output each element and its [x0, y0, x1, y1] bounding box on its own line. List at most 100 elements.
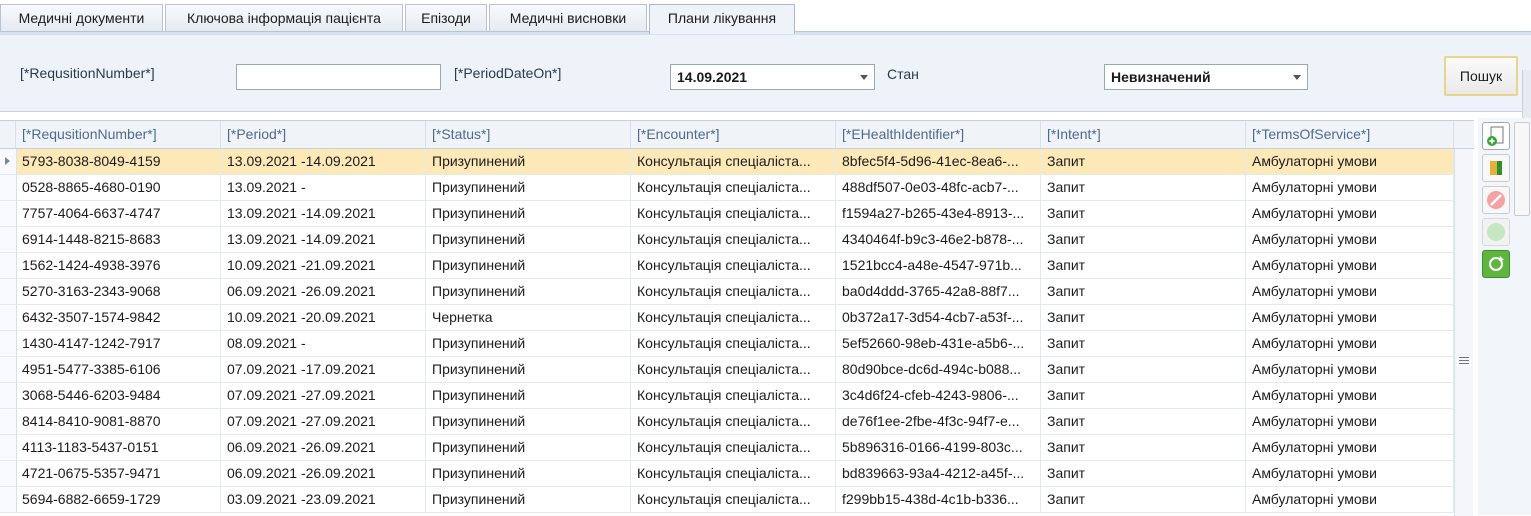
cell-period[interactable]: 06.09.2021 -26.09.2021 — [221, 435, 426, 460]
table-row[interactable]: 3068-5446-6203-9484 07.09.2021 -27.09.202… — [0, 383, 1454, 409]
cell-ehealth-identifier[interactable]: 8bfec5f4-5d96-41ec-8ea6-... — [836, 149, 1041, 174]
cell-encounter[interactable]: Консультація спеціаліста... — [631, 253, 836, 278]
row-indicator[interactable] — [0, 201, 17, 226]
cell-terms-of-service[interactable]: Амбулаторні умови — [1246, 357, 1454, 382]
refresh-icon[interactable] — [1482, 250, 1510, 278]
period-date-picker[interactable]: 14.09.2021 — [670, 64, 875, 90]
cell-period[interactable]: 13.09.2021 - — [221, 175, 426, 200]
complete-icon[interactable] — [1482, 218, 1510, 246]
cell-status[interactable]: Призупинений — [426, 253, 631, 278]
header-encounter[interactable]: [*Encounter*] — [631, 121, 836, 148]
cell-encounter[interactable]: Консультація спеціаліста... — [631, 409, 836, 434]
row-indicator[interactable] — [0, 253, 17, 278]
cell-status[interactable]: Призупинений — [426, 201, 631, 226]
cell-period[interactable]: 13.09.2021 -14.09.2021 — [221, 149, 426, 174]
scroll-grip[interactable] — [1459, 357, 1469, 358]
cell-intent[interactable]: Запит — [1041, 435, 1246, 460]
cell-requisition-number[interactable]: 3068-5446-6203-9484 — [16, 383, 221, 408]
cell-status[interactable]: Призупинений — [426, 149, 631, 174]
table-row[interactable]: 8414-8410-9081-8870 07.09.2021 -27.09.202… — [0, 409, 1454, 435]
cell-period[interactable]: 07.09.2021 -27.09.2021 — [221, 383, 426, 408]
cell-encounter[interactable]: Консультація спеціаліста... — [631, 357, 836, 382]
tab-treatment-plans[interactable]: Плани лікування — [649, 4, 795, 34]
cell-intent[interactable]: Запит — [1041, 201, 1246, 226]
cancel-icon[interactable] — [1482, 186, 1510, 214]
tab-medical-documents[interactable]: Медичні документи — [0, 4, 163, 31]
row-indicator[interactable] — [0, 227, 17, 252]
row-indicator[interactable] — [0, 305, 17, 330]
cell-terms-of-service[interactable]: Амбулаторні умови — [1246, 279, 1454, 304]
cell-period[interactable]: 06.09.2021 -26.09.2021 — [221, 461, 426, 486]
table-row[interactable]: 4721-0675-5357-9471 06.09.2021 -26.09.202… — [0, 461, 1454, 487]
search-button[interactable]: Пошук — [1444, 56, 1518, 96]
cell-intent[interactable]: Запит — [1041, 357, 1246, 382]
cell-requisition-number[interactable]: 1430-4147-1242-7917 — [16, 331, 221, 356]
chevron-down-icon[interactable] — [1293, 75, 1301, 80]
cell-period[interactable]: 07.09.2021 -17.09.2021 — [221, 357, 426, 382]
cell-ehealth-identifier[interactable]: 5ef52660-98eb-431e-a5b6-... — [836, 331, 1041, 356]
cell-terms-of-service[interactable]: Амбулаторні умови — [1246, 435, 1454, 460]
cell-requisition-number[interactable]: 5270-3163-2343-9068 — [16, 279, 221, 304]
cell-ehealth-identifier[interactable]: f1594a27-b265-43e4-8913-... — [836, 201, 1041, 226]
cell-status[interactable]: Призупинений — [426, 435, 631, 460]
cell-ehealth-identifier[interactable]: f299bb15-438d-4c1b-b336... — [836, 487, 1041, 512]
cell-status[interactable]: Чернетка — [426, 305, 631, 330]
cell-period[interactable]: 07.09.2021 -27.09.2021 — [221, 409, 426, 434]
row-indicator[interactable] — [0, 435, 17, 460]
cell-intent[interactable]: Запит — [1041, 149, 1246, 174]
table-row[interactable]: 0528-8865-4680-0190 13.09.2021 - Призупине… — [0, 175, 1454, 201]
cell-period[interactable]: 13.09.2021 -14.09.2021 — [221, 227, 426, 252]
cell-ehealth-identifier[interactable]: 80d90bce-dc6d-494c-b088... — [836, 357, 1041, 382]
cell-encounter[interactable]: Консультація спеціаліста... — [631, 149, 836, 174]
cell-ehealth-identifier[interactable]: 488df507-0e03-48fc-acb7-... — [836, 175, 1041, 200]
cell-intent[interactable]: Запит — [1041, 331, 1246, 356]
cell-status[interactable]: Призупинений — [426, 383, 631, 408]
row-indicator[interactable] — [0, 487, 17, 512]
cell-ehealth-identifier[interactable]: 4340464f-b9c3-46e2-b878-... — [836, 227, 1041, 252]
cell-requisition-number[interactable]: 0528-8865-4680-0190 — [16, 175, 221, 200]
cell-intent[interactable]: Запит — [1041, 305, 1246, 330]
row-indicator[interactable] — [0, 383, 17, 408]
row-indicator[interactable] — [0, 175, 17, 200]
scroll-grip[interactable] — [1459, 360, 1469, 361]
cell-status[interactable]: Призупинений — [426, 357, 631, 382]
cell-intent[interactable]: Запит — [1041, 461, 1246, 486]
cell-encounter[interactable]: Консультація спеціаліста... — [631, 383, 836, 408]
cell-ehealth-identifier[interactable]: ba0d4ddd-3765-42a8-88f7... — [836, 279, 1041, 304]
cell-encounter[interactable]: Консультація спеціаліста... — [631, 279, 836, 304]
cell-ehealth-identifier[interactable]: 5b896316-0166-4199-803c... — [836, 435, 1041, 460]
cell-status[interactable]: Призупинений — [426, 279, 631, 304]
cell-period[interactable]: 10.09.2021 -20.09.2021 — [221, 305, 426, 330]
cell-encounter[interactable]: Консультація спеціаліста... — [631, 461, 836, 486]
cell-terms-of-service[interactable]: Амбулаторні умови — [1246, 253, 1454, 278]
tab-medical-conclusions[interactable]: Медичні висновки — [489, 4, 647, 31]
cell-encounter[interactable]: Консультація спеціаліста... — [631, 331, 836, 356]
header-terms-of-service[interactable]: [*TermsOfService*] — [1246, 121, 1454, 148]
cell-terms-of-service[interactable]: Амбулаторні умови — [1246, 175, 1454, 200]
row-indicator[interactable] — [0, 461, 17, 486]
tab-episodes[interactable]: Епізоди — [405, 4, 487, 31]
cell-requisition-number[interactable]: 8414-8410-9081-8870 — [16, 409, 221, 434]
cell-requisition-number[interactable]: 4721-0675-5357-9471 — [16, 461, 221, 486]
cell-intent[interactable]: Запит — [1041, 175, 1246, 200]
header-requisition-number[interactable]: [*RequsitionNumber*] — [16, 121, 221, 148]
status-select[interactable]: Невизначений — [1104, 64, 1308, 90]
cell-requisition-number[interactable]: 6432-3507-1574-9842 — [16, 305, 221, 330]
header-intent[interactable]: [*Intent*] — [1041, 121, 1246, 148]
cell-intent[interactable]: Запит — [1041, 383, 1246, 408]
add-document-icon[interactable] — [1482, 122, 1510, 150]
cell-requisition-number[interactable]: 1562-1424-4938-3976 — [16, 253, 221, 278]
cell-terms-of-service[interactable]: Амбулаторні умови — [1246, 331, 1454, 356]
table-row[interactable]: 5270-3163-2343-9068 06.09.2021 -26.09.202… — [0, 279, 1454, 305]
edit-icon[interactable] — [1482, 154, 1510, 182]
table-row[interactable]: 6914-1448-8215-8683 13.09.2021 -14.09.202… — [0, 227, 1454, 253]
cell-status[interactable]: Призупинений — [426, 175, 631, 200]
cell-ehealth-identifier[interactable]: 1521bcc4-a48e-4547-971b... — [836, 253, 1041, 278]
cell-status[interactable]: Призупинений — [426, 331, 631, 356]
cell-status[interactable]: Призупинений — [426, 409, 631, 434]
cell-terms-of-service[interactable]: Амбулаторні умови — [1246, 487, 1454, 512]
table-row[interactable]: 5793-8038-8049-4159 13.09.2021 -14.09.202… — [0, 149, 1454, 175]
row-indicator[interactable] — [0, 357, 17, 382]
cell-encounter[interactable]: Консультація спеціаліста... — [631, 175, 836, 200]
cell-intent[interactable]: Запит — [1041, 409, 1246, 434]
